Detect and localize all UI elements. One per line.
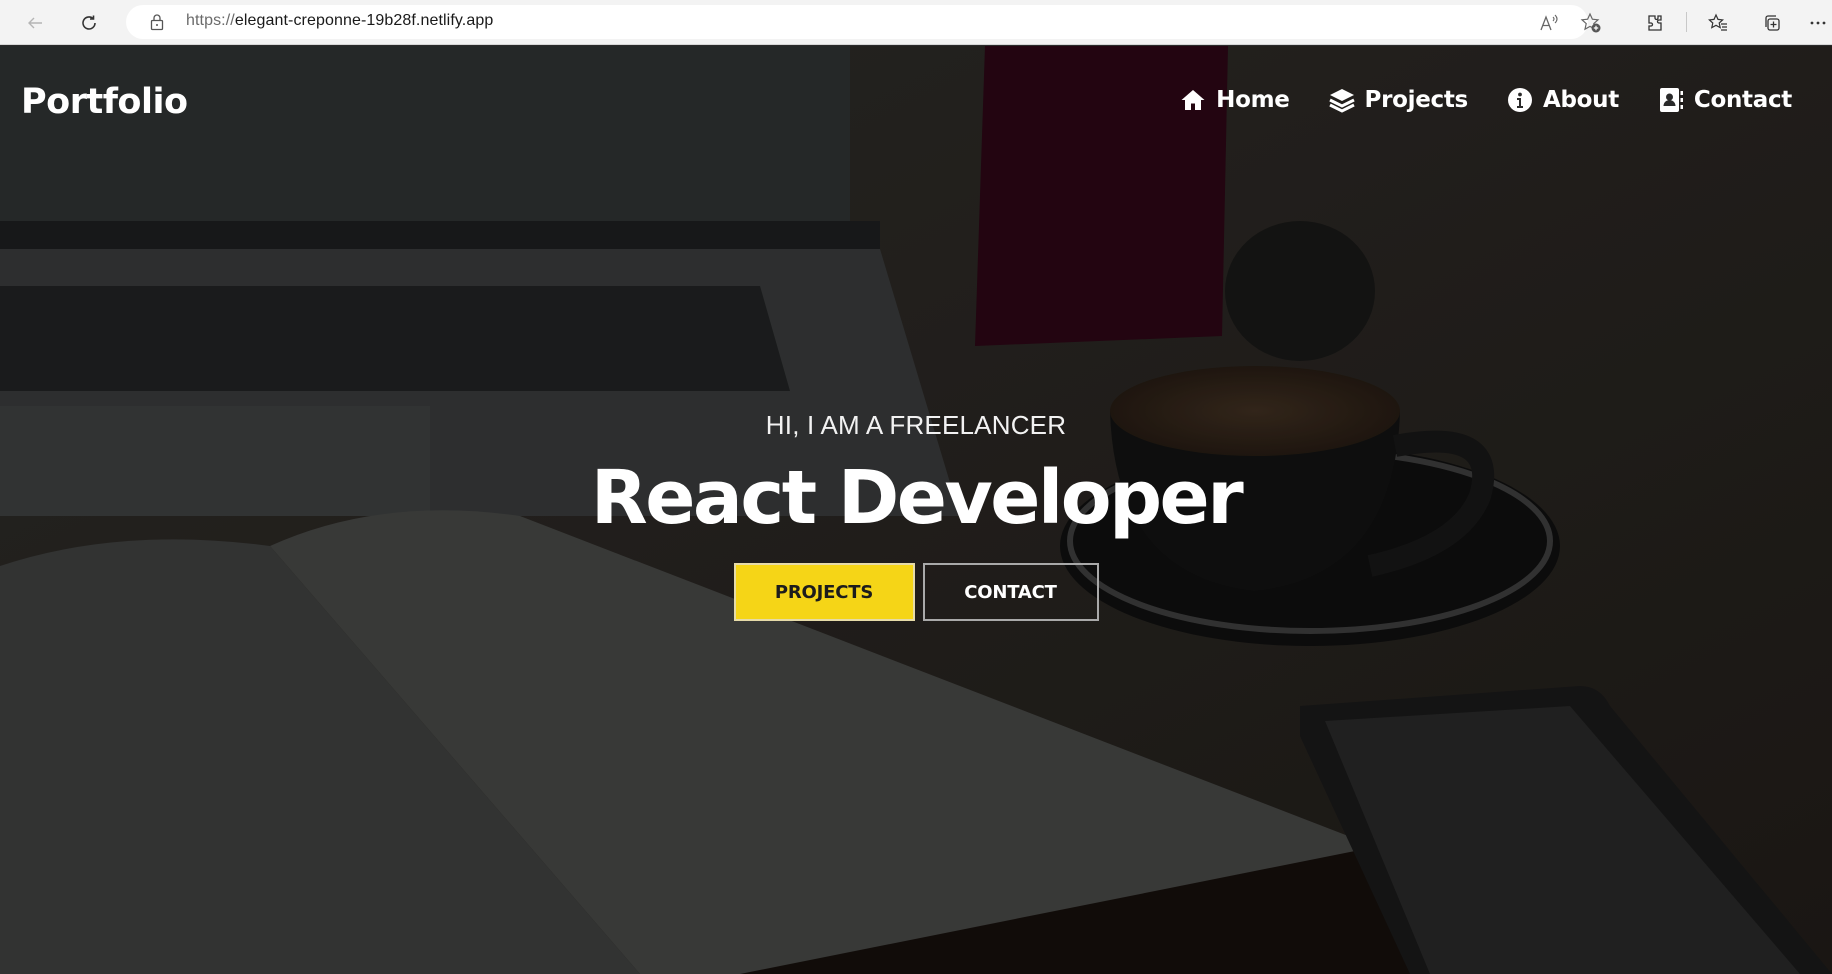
projects-button[interactable]: PROJECTS [733,563,915,621]
extensions-button[interactable] [1640,8,1670,38]
nav-label: About [1542,87,1619,113]
more-button[interactable] [1808,8,1832,38]
site-logo[interactable]: Portfolio [21,82,188,122]
hero-subtitle: HI, I AM A FREELANCER [765,410,1067,440]
hero-title: React Developer [590,455,1244,541]
browser-toolbar: https://elegant-creponne-19b28f.netlify.… [0,0,1832,45]
add-favorite-icon[interactable] [1580,12,1602,34]
nav-label: Contact [1693,87,1792,113]
refresh-icon [82,15,96,30]
collections-icon [1765,15,1780,31]
contact-button[interactable]: CONTACT [922,563,1099,621]
more-icon [1810,21,1826,25]
favorites-icon [1708,13,1727,31]
nav-item-about[interactable]: About [1506,86,1619,114]
nav-item-contact[interactable]: Contact [1657,86,1792,114]
nav-item-projects[interactable]: Projects [1328,86,1468,114]
nav-item-home[interactable]: Home [1179,86,1290,114]
address-book-icon [1657,86,1685,114]
back-button[interactable] [20,8,50,38]
collections-button[interactable] [1757,8,1787,38]
hero-content: HI, I AM A FREELANCER React Developer PR… [0,410,1832,621]
url-text[interactable]: https://elegant-creponne-19b28f.netlify.… [186,12,493,30]
extensions-icon [1648,15,1662,31]
home-icon [1179,86,1207,114]
hero-section: Portfolio Home Projects About Contact HI… [0,46,1832,974]
nav-label: Projects [1364,87,1469,113]
hero-buttons: PROJECTS CONTACT [733,563,1099,621]
refresh-button[interactable] [74,8,104,38]
layers-icon [1328,86,1356,114]
url-scheme: https:// [186,12,235,29]
lock-icon [150,14,164,31]
back-arrow-icon [28,17,42,29]
read-aloud-icon[interactable] [1538,12,1560,34]
url-host: elegant-creponne-19b28f.netlify.app [234,12,494,29]
info-icon [1506,86,1534,114]
address-bar[interactable]: https://elegant-creponne-19b28f.netlify.… [126,5,1601,39]
favorites-button[interactable] [1703,8,1733,38]
nav-label: Home [1216,87,1290,113]
toolbar-divider [1686,12,1687,32]
main-nav: Home Projects About Contact [1179,86,1792,114]
